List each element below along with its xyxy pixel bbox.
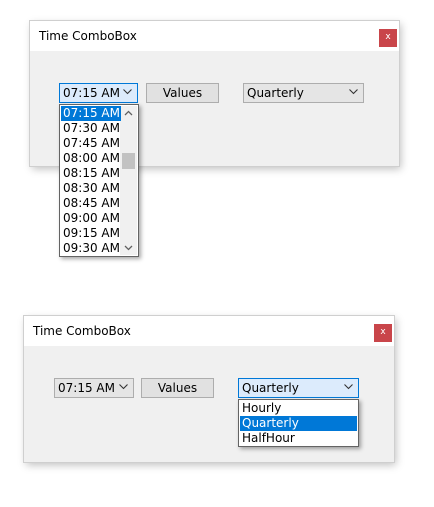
interval-combobox[interactable]: Quarterly	[238, 378, 359, 398]
time-list-item[interactable]: 09:00 AM	[61, 211, 121, 226]
chevron-down-icon	[119, 384, 128, 390]
interval-combobox-value: Quarterly	[247, 86, 304, 100]
time-combobox[interactable]: 07:15 AM	[54, 378, 134, 398]
interval-list-item[interactable]: HalfHour	[240, 431, 357, 446]
scroll-down-button[interactable]	[120, 240, 137, 255]
time-dropdown-list[interactable]: 07:15 AM 07:30 AM 07:45 AM 08:00 AM 08:15 AM…	[59, 104, 139, 257]
values-button[interactable]: Values	[141, 378, 214, 398]
scrollbar[interactable]	[120, 106, 137, 255]
window-title: Time ComboBox	[33, 324, 131, 338]
time-list-item[interactable]: 07:30 AM	[61, 121, 121, 136]
title-bar[interactable]: Time ComboBox x	[30, 21, 399, 51]
close-button[interactable]: x	[374, 324, 392, 342]
values-button[interactable]: Values	[146, 83, 219, 103]
time-list-item[interactable]: 08:30 AM	[61, 181, 121, 196]
close-icon: x	[385, 32, 391, 42]
interval-dropdown-list[interactable]: Hourly Quarterly HalfHour	[238, 399, 359, 447]
interval-combobox-value: Quarterly	[242, 381, 299, 395]
title-bar[interactable]: Time ComboBox x	[24, 316, 394, 346]
time-combobox-value: 07:15 AM	[63, 86, 120, 100]
scroll-thumb[interactable]	[122, 152, 135, 169]
time-combobox[interactable]: 07:15 AM	[59, 83, 138, 103]
chevron-down-icon	[123, 89, 132, 95]
time-list-item[interactable]: 07:45 AM	[61, 136, 121, 151]
time-list-item[interactable]: 09:15 AM	[61, 226, 121, 241]
time-list-item[interactable]: 08:15 AM	[61, 166, 121, 181]
close-icon: x	[380, 327, 386, 337]
interval-combobox[interactable]: Quarterly	[243, 83, 364, 103]
time-list-item[interactable]: 09:30 AM	[61, 241, 121, 256]
chevron-down-icon	[349, 89, 358, 95]
screenshot-stage: Time ComboBox x 07:15 AM Values Quarterl…	[0, 0, 434, 507]
time-list-item[interactable]: 08:00 AM	[61, 151, 121, 166]
chevron-down-icon	[124, 245, 133, 251]
scroll-up-button[interactable]	[120, 106, 137, 121]
window-title: Time ComboBox	[39, 29, 137, 43]
interval-list-item[interactable]: Quarterly	[240, 416, 357, 431]
chevron-up-icon	[124, 110, 133, 116]
chevron-down-icon	[344, 384, 353, 390]
interval-list-item[interactable]: Hourly	[240, 401, 357, 416]
close-button[interactable]: x	[379, 29, 397, 47]
time-list-item[interactable]: 08:45 AM	[61, 196, 121, 211]
time-combobox-value: 07:15 AM	[58, 381, 115, 395]
time-list-item[interactable]: 07:15 AM	[61, 106, 121, 121]
